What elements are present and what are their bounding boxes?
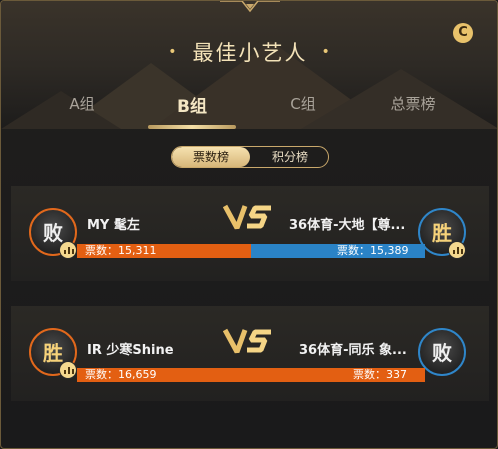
- right-vote-count: 票数：15,389: [337, 244, 409, 257]
- left-player-name: IR 少寒Shine: [87, 343, 174, 358]
- votes-ranking-button[interactable]: 票数榜: [172, 147, 250, 167]
- tab-b-group[interactable]: B组: [142, 92, 242, 117]
- vs-icon: [223, 204, 271, 230]
- rank-chart-icon: [59, 361, 77, 379]
- right-vote-count: 票数：337: [353, 368, 407, 381]
- vote-panel: • 最佳小艺人 • C A组 B组 C组 总票榜 票数榜 积分榜 败 MY 髦左 3…: [0, 0, 498, 449]
- rank-chart-icon: [59, 241, 77, 259]
- right-player-name: 36体育-同乐 象...: [299, 343, 407, 358]
- tab-total-ranking[interactable]: 总票榜: [363, 93, 463, 114]
- top-notch-decoration: [220, 1, 280, 13]
- tab-a-group[interactable]: A组: [32, 93, 132, 114]
- left-player-name: MY 髦左: [87, 218, 140, 233]
- left-vote-count: 票数：15,311: [85, 244, 157, 257]
- vs-icon: [223, 328, 271, 354]
- title-dot-right: •: [321, 44, 332, 60]
- right-player-name: 36体育-大地【尊...: [289, 218, 406, 233]
- title-row: • 最佳小艺人 •: [1, 37, 497, 67]
- right-vote-bar: [418, 368, 425, 382]
- group-tabs: A组 B组 C组 总票榜: [1, 92, 497, 129]
- rank-chart-icon: [448, 241, 466, 259]
- header: • 最佳小艺人 • C A组 B组 C组 总票榜: [1, 1, 497, 129]
- tab-c-group[interactable]: C组: [253, 93, 353, 114]
- ranking-toggle: 票数榜 积分榜: [171, 146, 329, 168]
- coin-icon[interactable]: C: [453, 23, 473, 43]
- active-tab-indicator: [148, 125, 236, 129]
- match-card[interactable]: 胜 IR 少寒Shine 36体育-同乐 象... 败 票数：16,659 票数…: [11, 306, 489, 401]
- right-player-avatar[interactable]: 败: [418, 328, 466, 376]
- match-card[interactable]: 败 MY 髦左 36体育-大地【尊... 胜 票数：15,311 票数：15,3…: [11, 186, 489, 281]
- points-ranking-button[interactable]: 积分榜: [251, 147, 328, 167]
- title-dot-left: •: [168, 44, 179, 60]
- page-title: 最佳小艺人: [192, 41, 308, 65]
- left-vote-count: 票数：16,659: [85, 368, 157, 381]
